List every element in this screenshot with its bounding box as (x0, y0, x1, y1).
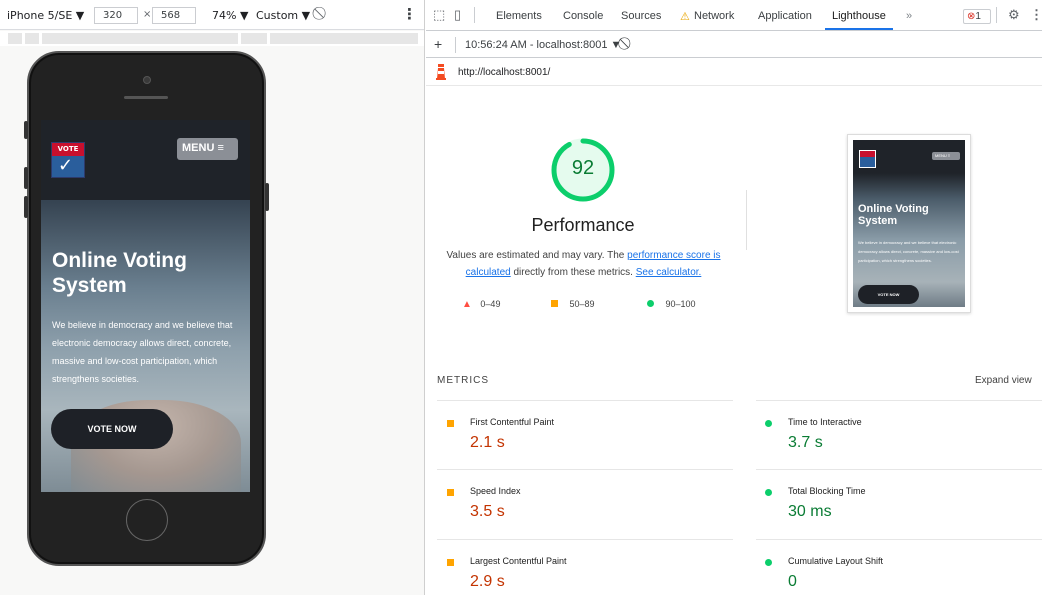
thumbnail-vote-button: VOTE NOW (858, 285, 919, 304)
home-button[interactable] (126, 499, 168, 541)
legend-average: 50–89 (551, 299, 595, 309)
tab-network[interactable]: Network (694, 10, 734, 22)
metric-total-blocking-time: Total Blocking Time 30 ms (755, 483, 1005, 543)
metric-speed-index: Speed Index 3.5 s (437, 483, 687, 543)
vote-logo[interactable]: VOTE ✓ (51, 142, 85, 178)
hero-body: We believe in democracy and we believe t… (52, 320, 233, 384)
devtools-tab-bar: ⬚ ▯ Elements Console Sources ⚠ Network A… (426, 0, 1042, 31)
lighthouse-url-bar: http://localhost:8001/ (426, 59, 1042, 86)
kebab-icon[interactable]: ⋮ (1030, 7, 1042, 23)
tab-application[interactable]: Application (758, 10, 812, 22)
speaker-grille (124, 96, 168, 99)
metric-value: 30 ms (788, 503, 832, 520)
dimension-separator: × (143, 9, 152, 20)
circle-icon (647, 300, 654, 307)
metric-value: 3.5 s (470, 503, 505, 520)
category-title: Performance (531, 215, 635, 235)
audited-url[interactable]: http://localhost:8001/ (458, 67, 550, 78)
metric-value: 0 (788, 573, 797, 590)
metric-label: Cumulative Layout Shift (788, 556, 884, 566)
metric-largest-contentful-paint: Largest Contentful Paint 2.9 s (437, 553, 687, 595)
device-toolbar: iPhone 5/SE ▼ 320 × 568 74% ▼ Custom ▼ ⃠… (0, 0, 424, 30)
more-tabs-button[interactable]: » (906, 10, 912, 22)
average-square-icon (447, 420, 454, 427)
metric-label: Speed Index (470, 486, 521, 496)
zoom-select[interactable]: 74% ▼ (212, 9, 248, 22)
metric-value: 3.7 s (788, 434, 823, 451)
metric-label: Total Blocking Time (788, 486, 866, 496)
description-text: directly from these metrics. (510, 267, 636, 278)
hero-title: Online Voting System (52, 249, 187, 297)
legend-poor: ▲ 0–49 (462, 299, 500, 310)
vote-logo (859, 150, 876, 168)
report-selector[interactable]: 10:56:24 AM - localhost:8001 ▼ (465, 39, 621, 51)
divider (746, 190, 747, 250)
thumbnail-title: Online Voting System (858, 203, 929, 227)
camera-icon (143, 76, 151, 84)
legend-range: 0–49 (480, 299, 501, 309)
thumbnail-body: We believe in democracy and we believe t… (858, 240, 959, 263)
final-screenshot-thumbnail[interactable]: MENU ≡ Online Voting System We believe i… (847, 134, 971, 313)
tab-elements[interactable]: Elements (496, 10, 542, 22)
see-calculator-link[interactable]: See calculator. (636, 267, 702, 278)
device-select[interactable]: iPhone 5/SE ▼ (7, 9, 84, 22)
kebab-icon[interactable]: ⋮ (402, 5, 417, 23)
tab-lighthouse[interactable]: Lighthouse (832, 10, 886, 22)
tab-sources[interactable]: Sources (621, 10, 661, 22)
legend-good: 90–100 (647, 299, 696, 309)
performance-description: Values are estimated and may vary. The p… (436, 247, 731, 281)
metrics-heading: METRICS (437, 375, 489, 386)
vote-now-button[interactable]: VOTE NOW (51, 409, 173, 449)
lighthouse-toolbar: + 10:56:24 AM - localhost:8001 ▼ ⃠ (426, 32, 1042, 58)
good-circle-icon (765, 559, 772, 566)
active-tab-indicator (825, 28, 893, 30)
device-emulation-pane: iPhone 5/SE ▼ 320 × 568 74% ▼ Custom ▼ ⃠… (0, 0, 425, 595)
metric-label: Largest Contentful Paint (470, 556, 567, 566)
width-input[interactable]: 320 (94, 7, 138, 24)
error-badge[interactable]: ⊗1 (963, 9, 991, 24)
metric-value: 2.9 s (470, 573, 505, 590)
metric-cumulative-layout-shift: Cumulative Layout Shift 0 (755, 553, 1005, 595)
error-count: 1 (975, 11, 981, 22)
height-input[interactable]: 568 (152, 7, 196, 24)
metric-value: 2.1 s (470, 434, 505, 451)
triangle-icon: ▲ (462, 299, 472, 310)
devtools-panel: ⬚ ▯ Elements Console Sources ⚠ Network A… (426, 0, 1042, 595)
media-query-bar[interactable] (0, 31, 424, 46)
good-circle-icon (765, 489, 772, 496)
good-circle-icon (765, 420, 772, 427)
metric-first-contentful-paint: First Contentful Paint 2.1 s (437, 414, 687, 474)
new-report-button[interactable]: + (434, 36, 442, 52)
thumbnail-menu-label: MENU ≡ (932, 152, 960, 160)
lighthouse-icon (436, 64, 446, 80)
emulated-viewport: VOTE ✓ MENU ≡ Online Voting System We be… (41, 120, 250, 492)
metric-time-to-interactive: Time to Interactive 3.7 s (755, 414, 1005, 474)
tab-console[interactable]: Console (563, 10, 603, 22)
legend-range: 90–100 (665, 299, 696, 309)
metric-label: Time to Interactive (788, 417, 862, 427)
average-square-icon (447, 559, 454, 566)
checkmark-icon: ✓ (58, 155, 74, 176)
performance-score: 92 (571, 157, 595, 179)
menu-button[interactable]: MENU ≡ (177, 138, 238, 160)
warning-icon: ⚠ (680, 11, 690, 23)
square-icon (551, 300, 558, 307)
inspect-icon[interactable]: ⬚ (433, 7, 445, 23)
metric-label: First Contentful Paint (470, 417, 555, 427)
expand-view-toggle[interactable]: Expand view (975, 375, 1032, 386)
devtools-window: iPhone 5/SE ▼ 320 × 568 74% ▼ Custom ▼ ⃠… (0, 0, 1042, 595)
gear-icon[interactable]: ⚙ (1008, 7, 1020, 23)
throttle-select[interactable]: Custom ▼ (256, 9, 310, 22)
average-square-icon (447, 489, 454, 496)
device-toggle-icon[interactable]: ▯ (454, 7, 461, 23)
legend-range: 50–89 (569, 299, 595, 309)
description-text: Values are estimated and may vary. The (446, 250, 628, 261)
